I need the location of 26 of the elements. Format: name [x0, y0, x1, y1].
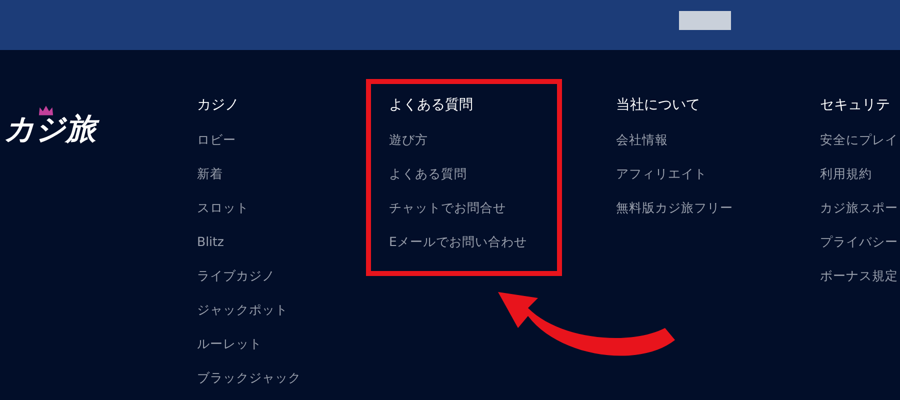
- column-heading: 当社について: [616, 96, 700, 115]
- footer-link[interactable]: 無料版カジ旅フリー: [616, 199, 733, 217]
- footer-link[interactable]: アフィリエイト: [616, 165, 707, 183]
- footer-link[interactable]: ジャックポット: [197, 301, 288, 319]
- footer-link[interactable]: カジ旅スポー: [820, 199, 898, 217]
- footer-link[interactable]: 会社情報: [616, 131, 668, 149]
- crown-icon: [38, 105, 54, 116]
- footer-link[interactable]: よくある質問: [389, 165, 467, 183]
- footer-link[interactable]: 安全にプレイ: [820, 131, 898, 149]
- footer-link[interactable]: チャットでお問合せ: [389, 199, 506, 217]
- column-heading: カジノ: [197, 96, 239, 115]
- column-heading: よくある質問: [389, 96, 473, 115]
- footer-link[interactable]: ブラックジャック: [197, 369, 301, 387]
- footer-link[interactable]: ルーレット: [197, 335, 262, 353]
- footer-link[interactable]: 利用規約: [820, 165, 872, 183]
- column-heading: セキュリテ: [820, 96, 890, 115]
- header-button[interactable]: [679, 11, 731, 30]
- footer-link[interactable]: ロビー: [197, 131, 236, 149]
- footer-link[interactable]: 遊び方: [389, 131, 428, 149]
- footer-link[interactable]: ライブカジノ: [197, 267, 275, 285]
- footer-link[interactable]: プライバシー: [820, 233, 898, 251]
- footer-link[interactable]: スロット: [197, 199, 249, 217]
- footer-link[interactable]: ボーナス規定: [820, 267, 898, 285]
- footer-link[interactable]: 新着: [197, 165, 223, 183]
- footer-link[interactable]: Blitz: [197, 233, 224, 251]
- footer-link[interactable]: Eメールでお問い合わせ: [389, 233, 527, 251]
